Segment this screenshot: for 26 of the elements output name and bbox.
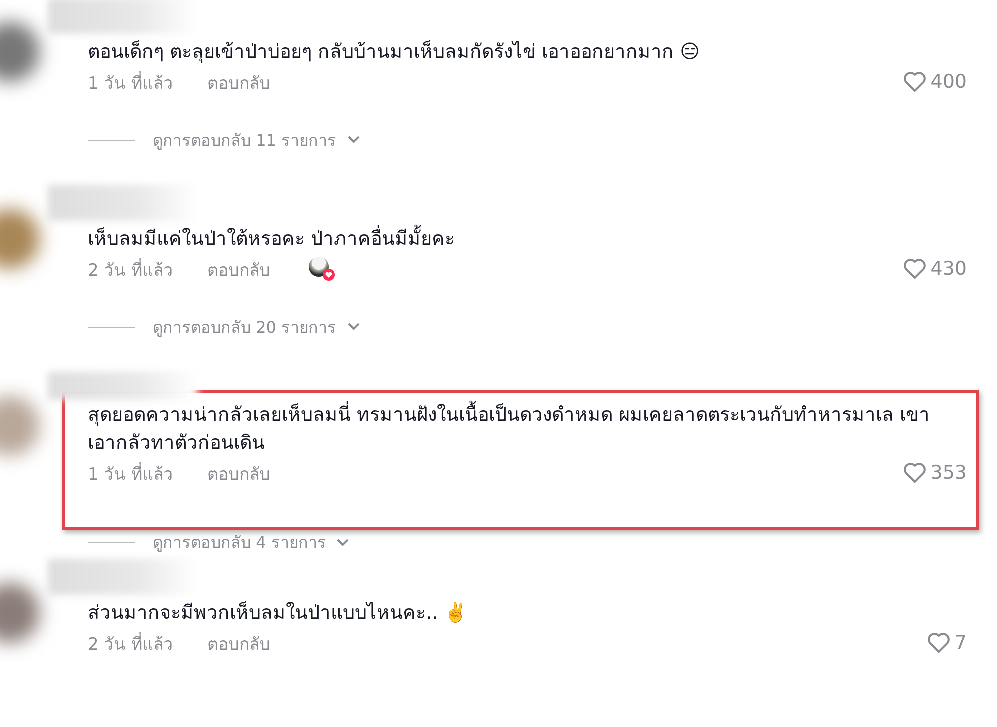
comment-time: 2 วัน ที่แล้ว — [88, 258, 174, 282]
reply-link[interactable]: ตอบกลับ — [208, 68, 271, 96]
heart-icon — [902, 462, 927, 484]
comment-text: สุดยอดความน่ากลัวเลยเห็บลมนี่ ทรมานฝังในเนื้อเป็นดวงดำหมด ผมเคยลาดตระเวนกับทำหารมาเล เขาเอากลัวทาตัวก่อนเดิน — [88, 401, 948, 457]
chevron-down-icon — [346, 322, 361, 332]
like-button[interactable]: 353 — [902, 462, 967, 484]
like-button[interactable]: 400 — [902, 71, 967, 93]
chevron-down-icon — [346, 135, 361, 145]
comment-time: 2 วัน ที่แล้ว — [88, 632, 174, 656]
view-replies-link[interactable]: ดูการตอบกลับ 11 รายการ — [88, 126, 361, 154]
like-button[interactable]: 7 — [926, 632, 967, 654]
reply-link[interactable]: ตอบกลับ — [208, 256, 271, 282]
heart-icon — [902, 71, 927, 93]
comment-text: ตอนเด็กๆ ตะลุยเข้าป่าบ่อยๆ กลับบ้านมาเห็บลมกัดรังไข่ เอาออกยากมาก 😑 — [88, 39, 701, 65]
like-button[interactable]: 430 — [902, 258, 967, 280]
view-replies-link[interactable]: ดูการตอบกลับ 4 รายการ — [88, 530, 350, 555]
chevron-down-icon — [336, 538, 350, 548]
reply-link[interactable]: ตอบกลับ — [208, 460, 271, 486]
comment-text: ส่วนมากจะมีพวกเห็บลมในป่าแบบไหนคะ.. ✌ — [88, 600, 470, 626]
heart-icon — [902, 258, 927, 280]
comment-text: เห็บลมมีแค่ในป่าใต้หรอคะ ป่าภาคอื่นมีมั้ยคะ — [88, 225, 948, 253]
heart-icon — [926, 632, 951, 654]
reply-link[interactable]: ตอบกลับ — [208, 630, 271, 656]
comment-time: 1 วัน ที่แล้ว — [88, 70, 174, 96]
comment-time: 1 วัน ที่แล้ว — [88, 462, 174, 486]
view-replies-link[interactable]: ดูการตอบกลับ 20 รายการ — [88, 313, 361, 341]
